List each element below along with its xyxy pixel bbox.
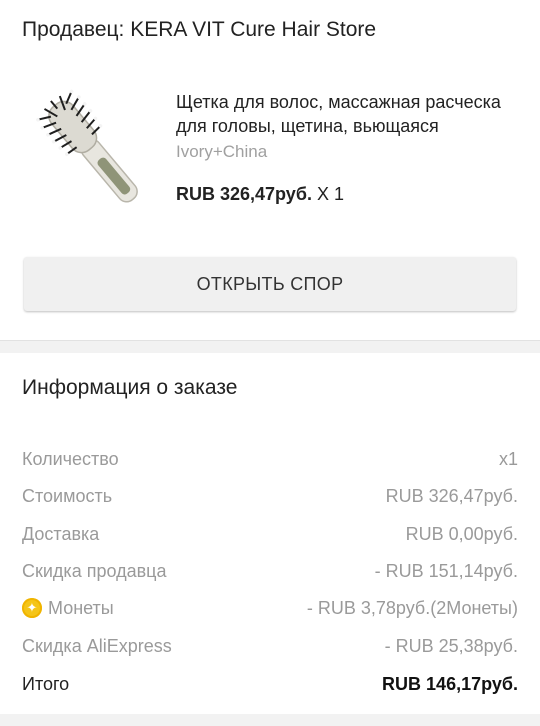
- order-row-coins: ✦ Монеты - RUB 3,78руб.(2Монеты): [22, 595, 518, 621]
- row-label: Скидка AliExpress: [22, 635, 172, 656]
- row-value: - RUB 3,78руб.(2Монеты): [306, 597, 518, 618]
- row-label: ✦ Монеты: [22, 598, 114, 619]
- order-info-title: Информация о заказе: [22, 376, 238, 399]
- row-value: - RUB 25,38руб.: [384, 635, 518, 656]
- row-label: Скидка продавца: [22, 560, 167, 581]
- order-row-seller-discount: Скидка продавца - RUB 151,14руб.: [22, 558, 518, 584]
- row-value: RUB 326,47руб.: [385, 485, 518, 506]
- row-label: Итого: [22, 673, 70, 694]
- order-row-quantity: Количество x1: [22, 446, 518, 472]
- row-value: x1: [498, 448, 518, 469]
- order-row-total: Итого RUB 146,17руб.: [22, 671, 518, 697]
- product-price: RUB 326,47руб.: [176, 184, 312, 204]
- section-divider: [0, 340, 540, 353]
- product-title[interactable]: Щетка для волос, массажная расческа для …: [176, 90, 522, 138]
- bottom-divider: [0, 714, 540, 726]
- row-value: - RUB 151,14руб.: [374, 560, 518, 581]
- product-price-line: RUB 326,47руб. X 1: [176, 184, 344, 205]
- order-row-cost: Стоимость RUB 326,47руб.: [22, 483, 518, 509]
- seller-name[interactable]: Продавец: KERA VIT Cure Hair Store: [22, 18, 376, 42]
- total-value: RUB 146,17руб.: [382, 673, 518, 694]
- coins-label: Монеты: [48, 597, 114, 618]
- order-row-shipping: Доставка RUB 0,00руб.: [22, 521, 518, 547]
- order-row-aliexpress-discount: Скидка AliExpress - RUB 25,38руб.: [22, 633, 518, 659]
- coin-icon: ✦: [22, 598, 42, 618]
- row-label: Количество: [22, 448, 119, 469]
- product-variant: Ivory+China: [176, 142, 268, 161]
- row-label: Стоимость: [22, 485, 113, 506]
- open-dispute-button[interactable]: ОТКРЫТЬ СПОР: [24, 257, 516, 311]
- row-value: RUB 0,00руб.: [405, 523, 518, 544]
- row-label: Доставка: [22, 523, 100, 544]
- product-quantity: X 1: [316, 184, 344, 204]
- hairbrush-image[interactable]: [24, 82, 160, 218]
